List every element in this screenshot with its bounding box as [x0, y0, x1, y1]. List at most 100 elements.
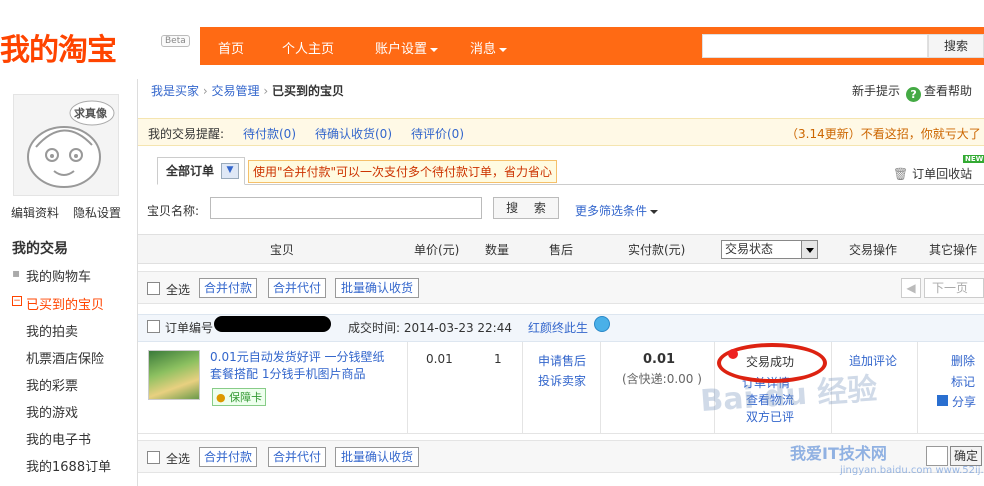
sidebar-item-1688[interactable]: 我的1688订单	[26, 456, 111, 475]
merge-pay-button[interactable]: 合并付款	[199, 278, 257, 298]
nav-account-settings-label: 账户设置	[375, 42, 428, 57]
chevron-left-icon[interactable]: ◀	[901, 278, 921, 298]
merge-proxy-pay-button[interactable]: 合并代付	[268, 447, 326, 467]
red-pin-icon	[728, 349, 738, 359]
merge-pay-button[interactable]: 合并付款	[199, 447, 257, 467]
help-icon: ?	[906, 87, 922, 102]
col-unit-price: 单价(元)	[414, 243, 460, 257]
unit-price: 0.01	[426, 352, 453, 366]
sidebar-item-travel[interactable]: 机票酒店保险	[26, 348, 104, 367]
sidebar-item-auction[interactable]: 我的拍卖	[26, 321, 78, 340]
col-other-ops: 其它操作	[929, 243, 978, 257]
order-number-label: 订单编号	[165, 321, 214, 335]
item-title-link[interactable]: 0.01元自动发货好评 一分钱壁纸套餐搭配 1分钱手机图片商品	[210, 349, 390, 383]
sidebar-item-bought[interactable]: 已买到的宝贝	[26, 294, 104, 313]
sidebar-section-title: 我的交易	[12, 241, 68, 257]
site-url-watermark: jingyan.baidu.com www.52ij.com	[840, 465, 984, 476]
trash-icon: 🗑	[893, 167, 909, 181]
pending-receipt-link[interactable]: 待确认收货(0)	[315, 125, 392, 142]
breadcrumb-trade-manage[interactable]: 交易管理	[211, 84, 259, 98]
batch-confirm-button[interactable]: 批量确认收货	[335, 278, 419, 298]
collapse-icon[interactable]: −	[12, 296, 22, 306]
chevron-down-icon	[499, 47, 508, 52]
more-filters-label: 更多筛选条件	[575, 204, 648, 218]
share-link[interactable]: 分享	[952, 393, 976, 410]
guarantee-card-badge[interactable]: ● 保障卡	[212, 388, 267, 406]
nav-personal-page[interactable]: 个人主页	[282, 38, 334, 57]
chevron-down-icon	[430, 47, 439, 52]
seller-link[interactable]: 红颜终此生	[528, 319, 588, 336]
next-page-button[interactable]: 下一页	[924, 278, 984, 298]
help-area: 新手提示? 查看帮助	[852, 82, 972, 102]
order-recycle-bin-label: 订单回收站	[912, 167, 973, 181]
search-input[interactable]	[702, 34, 928, 58]
newbie-tips-link[interactable]: 新手提示	[852, 84, 900, 98]
order-checkbox[interactable]	[147, 320, 160, 333]
item-name-input[interactable]	[210, 197, 482, 219]
avatar[interactable]: 求真像	[13, 94, 119, 196]
merge-pay-tip: 使用"合并付款"可以一次支付多个待付款订单，省力省心	[248, 160, 558, 183]
cell-divider	[600, 342, 601, 434]
breadcrumb-buyer[interactable]: 我是买家	[151, 84, 199, 98]
select-all-checkbox[interactable]	[147, 451, 160, 464]
col-quantity: 数量	[485, 243, 510, 257]
filter-search-button[interactable]: 搜 索	[493, 197, 559, 219]
nav-account-settings[interactable]: 账户设置	[375, 38, 439, 57]
reminder-label: 我的交易提醒:	[148, 127, 225, 141]
quantity: 1	[494, 352, 502, 366]
breadcrumb-current: 已买到的宝贝	[271, 84, 344, 98]
tab-divider	[157, 184, 984, 185]
search-button[interactable]: 搜索	[928, 34, 984, 58]
col-trade-ops: 交易操作	[849, 243, 898, 257]
site-watermark: 我爱IT技术网	[790, 444, 887, 463]
cell-divider	[522, 342, 523, 434]
item-name-label: 宝贝名称:	[147, 204, 200, 218]
cell-divider	[917, 342, 918, 434]
mark-order-link[interactable]: 标记	[951, 373, 975, 390]
edit-profile-link[interactable]: 编辑资料	[11, 204, 59, 221]
page-number-input[interactable]	[926, 446, 948, 466]
breadcrumb-separator: ›	[263, 84, 269, 98]
wangwang-chat-icon[interactable]	[594, 316, 610, 332]
chevron-down-icon[interactable]	[801, 241, 817, 258]
privacy-settings-link[interactable]: 隐私设置	[73, 204, 121, 221]
nav-messages-label: 消息	[470, 42, 497, 57]
update-notice-link[interactable]: （3.14更新）不看这招，你就亏大了	[786, 125, 981, 142]
view-help-link[interactable]: 查看帮助	[924, 84, 972, 98]
more-filters-link[interactable]: 更多筛选条件	[575, 202, 659, 219]
taobao-logo[interactable]: 我的淘宝	[0, 25, 160, 68]
chevron-down-icon[interactable]: ▼	[221, 163, 239, 179]
pending-payment-link[interactable]: 待付款(0)	[243, 125, 296, 142]
bullet-icon: ▪	[12, 266, 21, 280]
order-recycle-bin[interactable]: 🗑 订单回收站	[893, 165, 972, 182]
select-all-label: 全选	[166, 452, 191, 466]
redaction-scribble	[214, 316, 331, 332]
item-thumbnail[interactable]	[148, 350, 200, 400]
bulk-action-bar	[138, 271, 984, 304]
sidebar-item-lottery[interactable]: 我的彩票	[26, 375, 78, 394]
nav-messages[interactable]: 消息	[470, 38, 508, 57]
shipping-fee: (含快递:0.00 )	[622, 372, 702, 386]
nav-home[interactable]: 首页	[218, 38, 244, 57]
batch-confirm-button[interactable]: 批量确认收货	[335, 447, 419, 467]
beta-badge: Beta	[161, 35, 190, 47]
cell-divider	[407, 342, 408, 434]
confirm-page-button[interactable]: 确定	[950, 446, 982, 466]
new-badge: NEW	[963, 155, 984, 163]
sidebar-item-cart[interactable]: 我的购物车	[26, 266, 91, 285]
pending-review-link[interactable]: 待评价(0)	[411, 125, 464, 142]
select-all-checkbox[interactable]	[147, 282, 160, 295]
chevron-down-icon	[650, 209, 659, 214]
merge-proxy-pay-button[interactable]: 合并代付	[268, 278, 326, 298]
sidebar-item-games[interactable]: 我的游戏	[26, 402, 78, 421]
avatar-tag: 求真像	[74, 107, 107, 120]
delete-order-link[interactable]: 删除	[951, 352, 975, 369]
complain-seller-link[interactable]: 投诉卖家	[538, 372, 586, 389]
col-after-sale: 售后	[549, 243, 574, 257]
select-all-label: 全选	[166, 283, 191, 297]
guarantee-card-label: 保障卡	[229, 391, 263, 404]
apply-after-sale-link[interactable]: 申请售后	[538, 352, 586, 369]
breadcrumb: 我是买家 › 交易管理 › 已买到的宝贝	[151, 82, 344, 99]
breadcrumb-separator: ›	[202, 84, 208, 98]
sidebar-item-ebooks[interactable]: 我的电子书	[26, 429, 91, 448]
